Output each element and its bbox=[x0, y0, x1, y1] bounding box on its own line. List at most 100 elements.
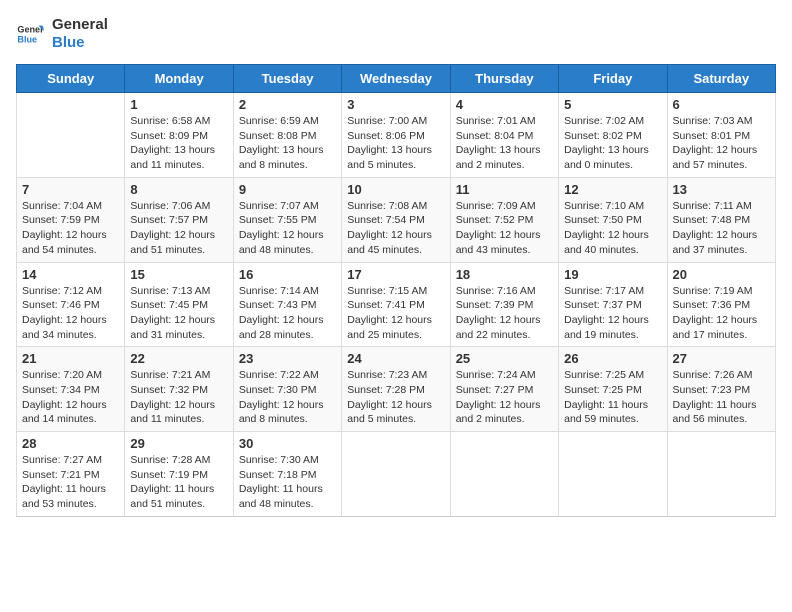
day-info: Sunrise: 6:58 AM Sunset: 8:09 PM Dayligh… bbox=[130, 114, 227, 173]
calendar-cell: 5 Sunrise: 7:02 AM Sunset: 8:02 PM Daylig… bbox=[559, 93, 667, 178]
calendar-cell: 28 Sunrise: 7:27 AM Sunset: 7:21 PM Dayli… bbox=[17, 432, 125, 517]
calendar-cell: 29 Sunrise: 7:28 AM Sunset: 7:19 PM Dayli… bbox=[125, 432, 233, 517]
calendar-cell bbox=[559, 432, 667, 517]
calendar-cell: 14 Sunrise: 7:12 AM Sunset: 7:46 PM Dayli… bbox=[17, 262, 125, 347]
calendar-cell: 30Sunrise: 7:30 AM Sunset: 7:18 PM Dayli… bbox=[233, 432, 341, 517]
logo: General Blue General Blue bbox=[16, 16, 108, 52]
day-info: Sunrise: 7:23 AM Sunset: 7:28 PM Dayligh… bbox=[347, 368, 444, 427]
day-number: 30 bbox=[239, 436, 336, 451]
day-number: 3 bbox=[347, 97, 444, 112]
calendar-cell: 24 Sunrise: 7:23 AM Sunset: 7:28 PM Dayli… bbox=[342, 347, 450, 432]
day-info: Sunrise: 7:04 AM Sunset: 7:59 PM Dayligh… bbox=[22, 199, 119, 258]
calendar-cell: 9 Sunrise: 7:07 AM Sunset: 7:55 PM Daylig… bbox=[233, 177, 341, 262]
day-info: Sunrise: 7:19 AM Sunset: 7:36 PM Dayligh… bbox=[673, 284, 770, 343]
logo-icon: General Blue bbox=[16, 20, 44, 48]
calendar-table: SundayMondayTuesdayWednesdayThursdayFrid… bbox=[16, 64, 776, 517]
day-info: Sunrise: 7:26 AM Sunset: 7:23 PM Dayligh… bbox=[673, 368, 770, 427]
calendar-cell: 15 Sunrise: 7:13 AM Sunset: 7:45 PM Dayli… bbox=[125, 262, 233, 347]
day-number: 9 bbox=[239, 182, 336, 197]
day-number: 29 bbox=[130, 436, 227, 451]
calendar-cell: 22 Sunrise: 7:21 AM Sunset: 7:32 PM Dayli… bbox=[125, 347, 233, 432]
day-number: 12 bbox=[564, 182, 661, 197]
weekday-header-tuesday: Tuesday bbox=[233, 65, 341, 93]
calendar-cell: 13 Sunrise: 7:11 AM Sunset: 7:48 PM Dayli… bbox=[667, 177, 775, 262]
calendar-cell: 10 Sunrise: 7:08 AM Sunset: 7:54 PM Dayli… bbox=[342, 177, 450, 262]
calendar-cell: 19 Sunrise: 7:17 AM Sunset: 7:37 PM Dayli… bbox=[559, 262, 667, 347]
day-number: 13 bbox=[673, 182, 770, 197]
day-number: 14 bbox=[22, 267, 119, 282]
day-number: 19 bbox=[564, 267, 661, 282]
day-info: Sunrise: 7:13 AM Sunset: 7:45 PM Dayligh… bbox=[130, 284, 227, 343]
day-info: Sunrise: 7:01 AM Sunset: 8:04 PM Dayligh… bbox=[456, 114, 553, 173]
calendar-cell bbox=[450, 432, 558, 517]
day-info: Sunrise: 7:21 AM Sunset: 7:32 PM Dayligh… bbox=[130, 368, 227, 427]
day-info: Sunrise: 7:25 AM Sunset: 7:25 PM Dayligh… bbox=[564, 368, 661, 427]
calendar-cell: 3 Sunrise: 7:00 AM Sunset: 8:06 PM Daylig… bbox=[342, 93, 450, 178]
calendar-cell: 17Sunrise: 7:15 AM Sunset: 7:41 PM Dayli… bbox=[342, 262, 450, 347]
day-number: 5 bbox=[564, 97, 661, 112]
day-info: Sunrise: 7:00 AM Sunset: 8:06 PM Dayligh… bbox=[347, 114, 444, 173]
calendar-week-4: 21 Sunrise: 7:20 AM Sunset: 7:34 PM Dayli… bbox=[17, 347, 776, 432]
day-number: 21 bbox=[22, 351, 119, 366]
day-number: 7 bbox=[22, 182, 119, 197]
day-number: 10 bbox=[347, 182, 444, 197]
calendar-cell: 1 Sunrise: 6:58 AM Sunset: 8:09 PM Daylig… bbox=[125, 93, 233, 178]
calendar-cell: 7 Sunrise: 7:04 AM Sunset: 7:59 PM Daylig… bbox=[17, 177, 125, 262]
day-info: Sunrise: 7:10 AM Sunset: 7:50 PM Dayligh… bbox=[564, 199, 661, 258]
day-info: Sunrise: 7:20 AM Sunset: 7:34 PM Dayligh… bbox=[22, 368, 119, 427]
day-info: Sunrise: 7:11 AM Sunset: 7:48 PM Dayligh… bbox=[673, 199, 770, 258]
calendar-cell: 8 Sunrise: 7:06 AM Sunset: 7:57 PM Daylig… bbox=[125, 177, 233, 262]
weekday-header-thursday: Thursday bbox=[450, 65, 558, 93]
day-number: 8 bbox=[130, 182, 227, 197]
day-info: Sunrise: 7:22 AM Sunset: 7:30 PM Dayligh… bbox=[239, 368, 336, 427]
day-info: Sunrise: 7:03 AM Sunset: 8:01 PM Dayligh… bbox=[673, 114, 770, 173]
calendar-cell: 20 Sunrise: 7:19 AM Sunset: 7:36 PM Dayli… bbox=[667, 262, 775, 347]
day-number: 24 bbox=[347, 351, 444, 366]
day-number: 17 bbox=[347, 267, 444, 282]
day-number: 11 bbox=[456, 182, 553, 197]
day-number: 25 bbox=[456, 351, 553, 366]
calendar-cell: 12 Sunrise: 7:10 AM Sunset: 7:50 PM Dayli… bbox=[559, 177, 667, 262]
svg-text:Blue: Blue bbox=[17, 34, 37, 44]
calendar-cell bbox=[17, 93, 125, 178]
weekday-header-wednesday: Wednesday bbox=[342, 65, 450, 93]
day-info: Sunrise: 7:02 AM Sunset: 8:02 PM Dayligh… bbox=[564, 114, 661, 173]
day-info: Sunrise: 7:06 AM Sunset: 7:57 PM Dayligh… bbox=[130, 199, 227, 258]
day-number: 20 bbox=[673, 267, 770, 282]
day-info: Sunrise: 7:17 AM Sunset: 7:37 PM Dayligh… bbox=[564, 284, 661, 343]
day-number: 16 bbox=[239, 267, 336, 282]
day-number: 22 bbox=[130, 351, 227, 366]
calendar-cell: 6Sunrise: 7:03 AM Sunset: 8:01 PM Daylig… bbox=[667, 93, 775, 178]
calendar-cell: 18Sunrise: 7:16 AM Sunset: 7:39 PM Dayli… bbox=[450, 262, 558, 347]
calendar-cell: 26Sunrise: 7:25 AM Sunset: 7:25 PM Dayli… bbox=[559, 347, 667, 432]
weekday-header-monday: Monday bbox=[125, 65, 233, 93]
day-number: 1 bbox=[130, 97, 227, 112]
calendar-cell: 4 Sunrise: 7:01 AM Sunset: 8:04 PM Daylig… bbox=[450, 93, 558, 178]
calendar-cell: 21 Sunrise: 7:20 AM Sunset: 7:34 PM Dayli… bbox=[17, 347, 125, 432]
calendar-cell: 16 Sunrise: 7:14 AM Sunset: 7:43 PM Dayli… bbox=[233, 262, 341, 347]
day-number: 15 bbox=[130, 267, 227, 282]
day-info: Sunrise: 7:09 AM Sunset: 7:52 PM Dayligh… bbox=[456, 199, 553, 258]
day-info: Sunrise: 7:16 AM Sunset: 7:39 PM Dayligh… bbox=[456, 284, 553, 343]
calendar-week-2: 7 Sunrise: 7:04 AM Sunset: 7:59 PM Daylig… bbox=[17, 177, 776, 262]
calendar-header-row: SundayMondayTuesdayWednesdayThursdayFrid… bbox=[17, 65, 776, 93]
calendar-cell: 11 Sunrise: 7:09 AM Sunset: 7:52 PM Dayli… bbox=[450, 177, 558, 262]
calendar-cell: 27Sunrise: 7:26 AM Sunset: 7:23 PM Dayli… bbox=[667, 347, 775, 432]
calendar-cell bbox=[667, 432, 775, 517]
calendar-week-1: 1 Sunrise: 6:58 AM Sunset: 8:09 PM Daylig… bbox=[17, 93, 776, 178]
logo-text: General Blue bbox=[52, 16, 108, 52]
day-number: 2 bbox=[239, 97, 336, 112]
day-info: Sunrise: 7:12 AM Sunset: 7:46 PM Dayligh… bbox=[22, 284, 119, 343]
weekday-header-saturday: Saturday bbox=[667, 65, 775, 93]
day-info: Sunrise: 7:24 AM Sunset: 7:27 PM Dayligh… bbox=[456, 368, 553, 427]
day-info: Sunrise: 7:14 AM Sunset: 7:43 PM Dayligh… bbox=[239, 284, 336, 343]
day-number: 4 bbox=[456, 97, 553, 112]
day-info: Sunrise: 7:08 AM Sunset: 7:54 PM Dayligh… bbox=[347, 199, 444, 258]
day-number: 28 bbox=[22, 436, 119, 451]
weekday-header-friday: Friday bbox=[559, 65, 667, 93]
day-info: Sunrise: 7:28 AM Sunset: 7:19 PM Dayligh… bbox=[130, 453, 227, 512]
day-info: Sunrise: 7:27 AM Sunset: 7:21 PM Dayligh… bbox=[22, 453, 119, 512]
day-info: Sunrise: 7:07 AM Sunset: 7:55 PM Dayligh… bbox=[239, 199, 336, 258]
calendar-week-3: 14 Sunrise: 7:12 AM Sunset: 7:46 PM Dayli… bbox=[17, 262, 776, 347]
calendar-week-5: 28 Sunrise: 7:27 AM Sunset: 7:21 PM Dayli… bbox=[17, 432, 776, 517]
